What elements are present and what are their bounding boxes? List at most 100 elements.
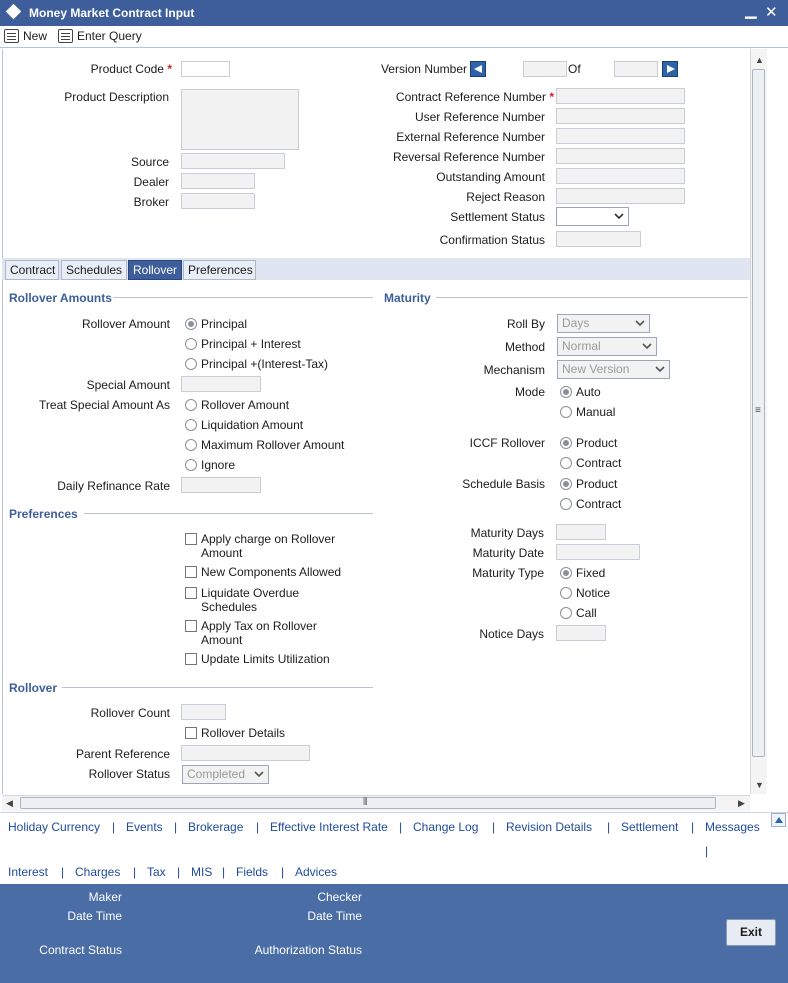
section-divider [84,513,373,514]
external-ref-input[interactable] [556,128,685,144]
radio-principal-interest-tax[interactable] [185,358,197,370]
link-interest[interactable]: Interest [8,865,48,879]
notice-days-input[interactable] [556,625,606,641]
checkbox-new-components[interactable] [185,566,197,578]
radio-principal[interactable] [185,318,197,330]
maturity-days-input[interactable] [556,524,606,540]
reject-reason-input[interactable] [556,188,685,204]
product-description-field[interactable] [181,89,299,150]
reversal-ref-input[interactable] [556,148,685,164]
mechanism-select[interactable]: New Version [557,360,670,379]
settlement-status-select[interactable] [556,207,629,226]
method-select[interactable]: Normal [557,337,657,356]
chevron-down-icon [254,771,264,778]
preferences-heading: Preferences [9,507,78,521]
minimize-icon[interactable]: ▁ [745,1,757,19]
scroll-left-icon[interactable]: ◀ [6,798,13,809]
tab-contract[interactable]: Contract [5,260,59,280]
rollover-status-select[interactable]: Completed [182,765,269,784]
scroll-up-icon[interactable]: ▲ [755,55,764,65]
link-settlement[interactable]: Settlement [621,820,678,834]
confirmation-status-input[interactable] [556,231,641,247]
link-tax[interactable]: Tax [147,865,166,879]
total-versions-input[interactable] [614,61,658,77]
user-ref-input[interactable] [556,108,685,124]
link-charges[interactable]: Charges [75,865,120,879]
broker-input[interactable] [181,193,255,209]
link-advices[interactable]: Advices [295,865,337,879]
tab-schedules[interactable]: Schedules [61,260,127,280]
mechanism-value: New Version [562,362,630,376]
daily-refinance-rate-input[interactable] [181,477,261,493]
checkbox-apply-tax[interactable] [185,620,197,632]
source-label: Source [130,155,169,169]
dealer-input[interactable] [181,173,255,189]
product-code-input[interactable] [181,61,230,77]
radio-iccf-product[interactable] [560,437,572,449]
window-title: Money Market Contract Input [29,6,195,20]
radio-iccf-contract[interactable] [560,457,572,469]
version-number-input[interactable] [523,61,567,77]
tab-rollover[interactable]: Rollover [128,260,182,280]
roll-by-label: Roll By [506,317,545,331]
radio-schedule-product[interactable] [560,478,572,490]
close-icon[interactable]: ✕ [765,3,778,21]
checkbox-update-limits-label: Update Limits Utilization [201,652,330,666]
checkbox-apply-charge[interactable] [185,533,197,545]
link-change-log[interactable]: Change Log [413,820,478,834]
checkbox-update-limits[interactable] [185,653,197,665]
parent-reference-label: Parent Reference [75,747,170,761]
outstanding-amount-input[interactable] [556,168,685,184]
source-input[interactable] [181,153,285,169]
radio-treat-liquidation-amount[interactable] [185,419,197,431]
radio-maturity-notice-label: Notice [576,586,611,600]
link-revision-details[interactable]: Revision Details [506,820,592,834]
collapse-links-icon[interactable] [771,813,786,827]
radio-mode-manual[interactable] [560,406,572,418]
scroll-down-icon[interactable]: ▼ [755,780,764,790]
maturity-date-input[interactable] [556,544,640,560]
enter-query-button[interactable]: Enter Query [58,29,142,43]
radio-principal-interest[interactable] [185,338,197,350]
horizontal-scroll-thumb[interactable] [20,797,716,809]
radio-treat-ignore[interactable] [185,459,197,471]
checkbox-liquidate-overdue[interactable] [185,587,197,599]
link-brokerage[interactable]: Brokerage [188,820,243,834]
link-separator: | [112,820,116,834]
tab-preferences[interactable]: Preferences [183,260,256,280]
link-effective-interest-rate[interactable]: Effective Interest Rate [270,820,388,834]
maturity-type-label: Maturity Type [472,566,544,580]
reject-reason-label: Reject Reason [466,190,545,204]
link-fields[interactable]: Fields [236,865,268,879]
next-version-button[interactable] [662,61,678,77]
rollover-count-label: Rollover Count [90,706,170,720]
link-events[interactable]: Events [126,820,163,834]
new-button[interactable]: New [4,29,47,43]
broker-label: Broker [133,195,169,209]
window-edge [767,49,788,811]
radio-treat-max-rollover[interactable] [185,439,197,451]
radio-iccf-product-label: Product [576,436,618,450]
parent-reference-input[interactable] [181,745,310,761]
radio-mode-auto[interactable] [560,386,572,398]
radio-maturity-notice[interactable] [560,587,572,599]
exit-button[interactable]: Exit [726,919,776,946]
roll-by-select[interactable]: Days [557,314,650,333]
radio-treat-rollover-amount[interactable] [185,399,197,411]
link-messages[interactable]: Messages [705,820,760,834]
product-description-label: Product Description [64,90,169,104]
scroll-right-icon[interactable]: ▶ [738,798,745,809]
contract-ref-input[interactable] [556,88,685,104]
link-mis[interactable]: MIS [191,865,212,879]
radio-maturity-fixed[interactable] [560,567,572,579]
radio-maturity-call[interactable] [560,607,572,619]
previous-version-button[interactable] [470,61,486,77]
special-amount-input[interactable] [181,376,261,392]
radio-schedule-contract[interactable] [560,498,572,510]
authorization-status-label: Authorization Status [254,943,362,957]
rollover-amounts-heading: Rollover Amounts [9,291,112,305]
rollover-count-input[interactable] [181,704,226,720]
checkbox-rollover-details[interactable] [185,727,197,739]
link-holiday-currency[interactable]: Holiday Currency [8,820,100,834]
toolbar: New Enter Query [0,26,788,48]
